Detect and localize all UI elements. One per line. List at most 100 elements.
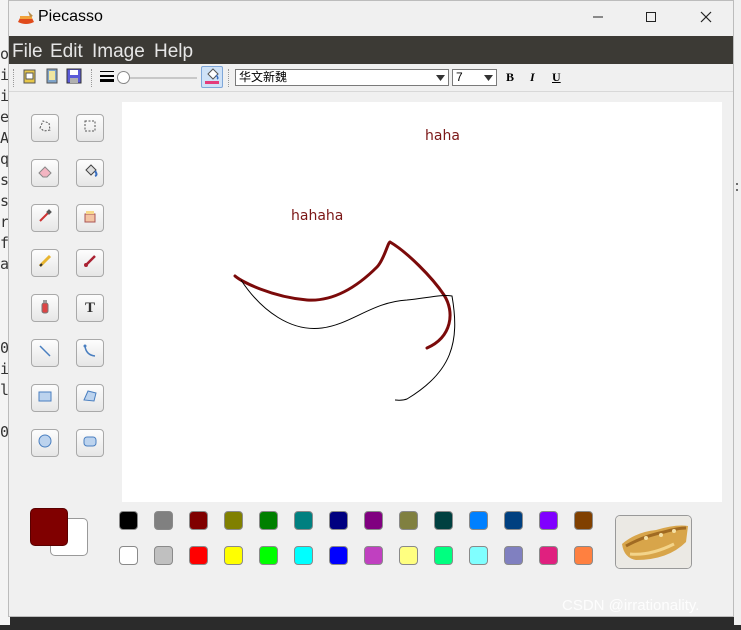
menu-help[interactable]: Help: [154, 41, 193, 63]
color-swatch[interactable]: [224, 546, 243, 565]
curve-tool-button[interactable]: [76, 339, 104, 367]
color-swatch[interactable]: [469, 511, 488, 530]
minimize-button[interactable]: [575, 1, 621, 36]
stamp-icon: [82, 208, 98, 229]
ellipse-tool-button[interactable]: [31, 429, 59, 457]
color-swatch[interactable]: [399, 546, 418, 565]
brush-tool-button[interactable]: [76, 249, 104, 277]
text-tool-button[interactable]: T: [76, 294, 104, 322]
minimize-icon: [592, 10, 604, 28]
paintbrush-icon: [17, 10, 35, 26]
brush-stroke: [233, 240, 452, 350]
color-swatch[interactable]: [119, 511, 138, 530]
color-swatch[interactable]: [574, 546, 593, 565]
line-width-slider[interactable]: [117, 71, 199, 85]
airbrush-tool-button[interactable]: [31, 294, 59, 322]
maximize-icon: [645, 10, 657, 28]
eraser-tool-button[interactable]: [31, 159, 59, 187]
text-icon: T: [82, 298, 98, 319]
new-file-icon: [22, 68, 38, 89]
canvas-text[interactable]: hahaha: [291, 208, 343, 224]
color-swatch[interactable]: [154, 546, 173, 565]
eraser-icon: [37, 163, 53, 184]
primary-color-swatch[interactable]: [30, 508, 68, 546]
italic-button[interactable]: I: [530, 70, 535, 85]
color-picker-tool-button[interactable]: [31, 204, 59, 232]
color-swatch[interactable]: [399, 511, 418, 530]
canvas-strokes: [233, 240, 456, 401]
curve-icon: [82, 343, 98, 364]
free-select-icon: [37, 118, 53, 139]
close-button[interactable]: [683, 1, 729, 36]
line-width-button[interactable]: [97, 68, 117, 88]
fill-tool-button[interactable]: [76, 159, 104, 187]
open-file-icon: [44, 68, 60, 89]
stamp-tool-button[interactable]: [76, 204, 104, 232]
color-swatch[interactable]: [364, 546, 383, 565]
toolbar-separator: [228, 69, 231, 87]
airbrush-icon: [37, 298, 53, 319]
rect-select-tool-button[interactable]: [76, 114, 104, 142]
color-swatch[interactable]: [469, 546, 488, 565]
pencil-tool-button[interactable]: [31, 249, 59, 277]
menu-edit[interactable]: Edit: [50, 41, 83, 63]
title-bar[interactable]: Piecasso: [9, 1, 733, 36]
fill-icon: [82, 163, 98, 184]
drawing-canvas[interactable]: haha hahaha: [122, 102, 722, 502]
fill-bucket-icon: [204, 66, 220, 89]
ellipse-icon: [37, 433, 53, 454]
underline-button[interactable]: U: [552, 70, 561, 85]
color-swatch[interactable]: [189, 546, 208, 565]
menu-file[interactable]: File: [12, 41, 43, 63]
polygon-tool-button[interactable]: [76, 384, 104, 412]
color-swatch[interactable]: [224, 511, 243, 530]
background-right-edge: [734, 0, 741, 625]
color-swatch[interactable]: [189, 511, 208, 530]
font-size-select[interactable]: 7: [452, 69, 497, 86]
color-swatch[interactable]: [574, 511, 593, 530]
toolbar: 华文新魏 7 B I U: [9, 65, 733, 92]
color-swatch[interactable]: [504, 546, 523, 565]
window-title: Piecasso: [38, 8, 103, 25]
free-select-tool-button[interactable]: [31, 114, 59, 142]
rect-select-icon: [82, 118, 98, 139]
image-stamp-button[interactable]: [615, 515, 692, 569]
color-swatch[interactable]: [294, 511, 313, 530]
slider-thumb[interactable]: [117, 71, 130, 84]
bold-button[interactable]: B: [506, 70, 514, 85]
slider-track: [119, 77, 197, 79]
color-swatch[interactable]: [294, 546, 313, 565]
toolbar-separator: [91, 69, 94, 87]
rounded-rect-tool-button[interactable]: [76, 429, 104, 457]
menu-image[interactable]: Image: [92, 41, 145, 63]
new-file-button[interactable]: [20, 68, 40, 88]
color-swatch[interactable]: [329, 546, 348, 565]
rounded-rect-icon: [82, 433, 98, 454]
svg-text:T: T: [85, 300, 95, 314]
canvas-text[interactable]: haha: [425, 128, 460, 144]
color-swatch[interactable]: [329, 511, 348, 530]
color-swatch[interactable]: [364, 511, 383, 530]
color-swatch[interactable]: [259, 546, 278, 565]
color-swatch[interactable]: [259, 511, 278, 530]
menu-bar: File Edit Image Help: [9, 36, 733, 64]
fill-toggle-button[interactable]: [201, 66, 223, 88]
save-file-button[interactable]: [64, 68, 84, 88]
rectangle-tool-button[interactable]: [31, 384, 59, 412]
color-swatch[interactable]: [154, 511, 173, 530]
line-tool-button[interactable]: [31, 339, 59, 367]
brush-icon: [82, 253, 98, 274]
color-swatch[interactable]: [539, 511, 558, 530]
open-file-button[interactable]: [42, 68, 62, 88]
font-family-select[interactable]: 华文新魏: [235, 69, 449, 86]
chevron-down-icon: [482, 71, 495, 84]
color-swatch[interactable]: [119, 546, 138, 565]
maximize-button[interactable]: [628, 1, 674, 36]
color-swatch[interactable]: [434, 511, 453, 530]
color-swatch[interactable]: [434, 546, 453, 565]
watermark-text: CSDN @irrationality.: [562, 597, 700, 614]
color-swatch[interactable]: [504, 511, 523, 530]
chevron-down-icon: [434, 71, 447, 84]
color-swatch[interactable]: [539, 546, 558, 565]
cake-image-icon: [616, 516, 691, 568]
